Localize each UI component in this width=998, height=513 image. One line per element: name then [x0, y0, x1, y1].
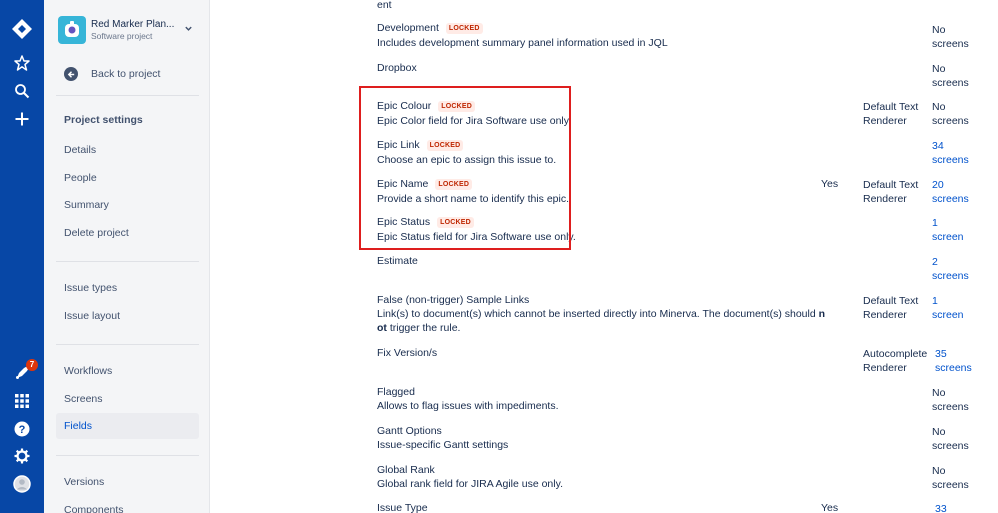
field-name: False (non-trigger) Sample Links	[377, 294, 530, 306]
project-name: Red Marker Plan...	[91, 19, 175, 30]
field-screens-link[interactable]: 1 screen	[932, 216, 972, 244]
back-to-project-link[interactable]: Back to project	[64, 66, 160, 82]
sidebar-item-people[interactable]: People	[56, 165, 199, 191]
locked-badge: LOCKED	[445, 22, 483, 34]
field-renderer: Default Text Renderer	[863, 179, 919, 205]
field-screens: No screens	[932, 465, 969, 491]
field-description: Global rank field for JIRA Agile use onl…	[377, 478, 563, 490]
user-avatar-icon[interactable]	[10, 472, 34, 496]
field-name: Flagged	[377, 386, 415, 398]
field-required: Yes	[821, 502, 839, 513]
divider	[56, 261, 199, 262]
field-description: Issue-specific Gantt settings	[377, 439, 509, 451]
field-name: Issue Type	[377, 502, 428, 513]
field-description: Includes development summary panel infor…	[377, 37, 668, 49]
create-plus-icon[interactable]	[10, 107, 34, 131]
help-icon[interactable]: ?	[10, 417, 34, 441]
field-renderer: Default Text Renderer	[863, 101, 919, 127]
field-description-bold: n	[818, 308, 826, 320]
field-screens-link[interactable]: 20 screens	[932, 178, 972, 206]
field-screens-link[interactable]: 34 screens	[932, 139, 972, 167]
global-navigation: 7 ?	[0, 0, 44, 513]
field-screens: No screens	[932, 101, 969, 127]
field-screens: No screens	[932, 63, 969, 89]
project-sidebar: Red Marker Plan... Software project Back…	[44, 0, 210, 513]
field-screens: No screens	[932, 24, 969, 50]
field-renderer: Autocomplete Renderer	[863, 348, 928, 374]
divider	[56, 95, 199, 96]
jira-logo-icon[interactable]	[10, 17, 34, 41]
sidebar-item-versions[interactable]: Versions	[56, 469, 199, 495]
field-screens: No screens	[932, 387, 969, 413]
svg-text:?: ?	[19, 424, 26, 436]
field-renderer: Default Text Renderer	[863, 295, 919, 321]
sidebar-item-delete-project[interactable]: Delete project	[56, 220, 199, 246]
field-name: Dropbox	[377, 62, 417, 74]
star-icon[interactable]	[10, 51, 34, 75]
sidebar-item-screens[interactable]: Screens	[56, 386, 199, 412]
field-screens: No screens	[932, 426, 969, 452]
field-name: Development LOCKED	[377, 22, 483, 34]
settings-gear-icon[interactable]	[10, 444, 34, 468]
field-screens-link[interactable]: 33	[935, 502, 975, 513]
field-screens-link[interactable]: 2 screens	[932, 255, 972, 283]
field-description: Link(s) to document(s) which cannot be i…	[377, 308, 826, 320]
project-type: Software project	[91, 31, 153, 41]
sidebar-item-workflows[interactable]: Workflows	[56, 358, 199, 384]
project-settings-heading: Project settings	[64, 114, 143, 126]
project-avatar	[58, 16, 86, 44]
chevron-down-icon[interactable]	[184, 24, 193, 36]
fields-table: ent Development LOCKED Includes developme…	[210, 0, 998, 513]
epic-fields-highlight-box	[359, 86, 571, 250]
divider	[56, 455, 199, 456]
field-name: Fix Version/s	[377, 347, 438, 359]
divider	[56, 344, 199, 345]
field-screens-link[interactable]: 35 screens	[935, 347, 975, 375]
sidebar-item-fields[interactable]: Fields	[56, 413, 199, 439]
sidebar-item-issue-layout[interactable]: Issue layout	[56, 303, 199, 329]
field-description-line2: ot trigger the rule.	[377, 322, 461, 334]
field-name: Gantt Options	[377, 425, 442, 437]
field-screens-link[interactable]: 1 screen	[932, 294, 972, 322]
arrow-left-icon	[64, 67, 78, 81]
field-name: Global Rank	[377, 464, 435, 476]
sidebar-item-issue-types[interactable]: Issue types	[56, 275, 199, 301]
search-icon[interactable]	[10, 79, 34, 103]
field-name: ent	[377, 0, 392, 11]
sidebar-item-components[interactable]: Components	[56, 497, 199, 513]
field-name: Estimate	[377, 255, 418, 267]
project-header[interactable]: Red Marker Plan... Software project	[58, 16, 198, 46]
notification-count-badge: 7	[26, 359, 38, 371]
sidebar-item-details[interactable]: Details	[56, 137, 199, 163]
sidebar-item-summary[interactable]: Summary	[56, 192, 199, 218]
field-description: Allows to flag issues with impediments.	[377, 400, 559, 412]
field-required: Yes	[821, 178, 839, 190]
app-switcher-icon[interactable]	[10, 389, 34, 413]
back-to-project-label: Back to project	[91, 68, 161, 80]
